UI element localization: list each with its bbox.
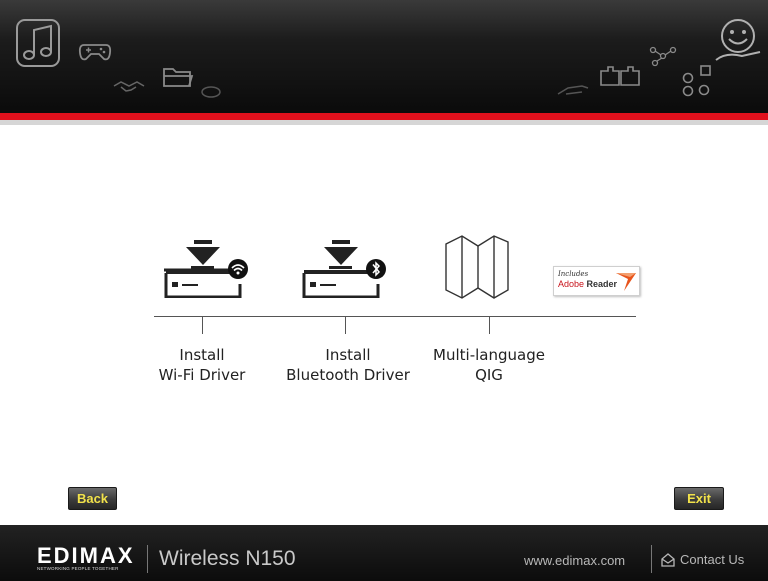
adobe-product-label: Reader	[586, 279, 618, 289]
footer-separator-right	[651, 545, 652, 573]
website-link[interactable]: www.edimax.com	[524, 553, 625, 568]
network-icon	[649, 46, 677, 67]
product-name: Wireless N150	[159, 547, 296, 570]
menu-tick-qig	[489, 317, 490, 334]
wifi-driver-download-icon[interactable]	[160, 240, 250, 298]
puzzle-icon	[600, 66, 640, 86]
menu-baseline	[154, 316, 636, 317]
circles-icon	[682, 65, 711, 97]
handshake-icon	[113, 81, 145, 92]
install-bluetooth-driver-link[interactable]: Install Bluetooth Driver	[273, 345, 423, 385]
multi-language-qig-link[interactable]: Multi-language QIG	[414, 345, 564, 385]
folded-map-icon[interactable]	[444, 234, 510, 300]
contact-us-link[interactable]: Contact Us	[661, 552, 744, 567]
folder-icon	[163, 68, 194, 87]
music-notes-icon	[16, 19, 60, 67]
footer-separator-left	[147, 545, 148, 573]
smiley-hand-icon	[715, 19, 761, 61]
adobe-swoosh-icon	[616, 273, 636, 291]
qig-label-line2: QIG	[475, 366, 503, 384]
header-gray-divider	[0, 120, 768, 125]
menu-tick-wifi	[202, 317, 203, 334]
adobe-brand-label: Adobe	[558, 279, 585, 289]
install-wifi-driver-link[interactable]: Install Wi-Fi Driver	[142, 345, 262, 385]
adobe-includes-label: Includes	[558, 270, 589, 278]
gamepad-icon	[78, 44, 112, 61]
back-button[interactable]: Back	[68, 487, 117, 510]
bluetooth-driver-download-icon[interactable]	[298, 240, 388, 298]
edimax-tagline: NETWORKING PEOPLE TOGETHER	[37, 566, 119, 571]
contact-us-label: Contact Us	[680, 552, 745, 567]
envelope-icon	[661, 552, 675, 567]
wifi-label-line1: Install	[179, 346, 225, 364]
header-banner	[0, 0, 768, 113]
bluetooth-label-line1: Install	[325, 346, 371, 364]
adobe-reader-name: Adobe Reader	[558, 279, 617, 289]
menu-tick-bluetooth	[345, 317, 346, 334]
header-red-divider	[0, 113, 768, 120]
exit-button[interactable]: Exit	[674, 487, 724, 510]
mouse-icon	[201, 86, 221, 98]
qig-label-line1: Multi-language	[433, 346, 545, 364]
adobe-reader-badge[interactable]: Includes Adobe Reader	[553, 266, 640, 296]
hand-icon	[557, 85, 589, 95]
wifi-label-line2: Wi-Fi Driver	[158, 366, 246, 384]
edimax-logo: EDIMAX	[37, 543, 135, 568]
bluetooth-label-line2: Bluetooth Driver	[286, 366, 410, 384]
